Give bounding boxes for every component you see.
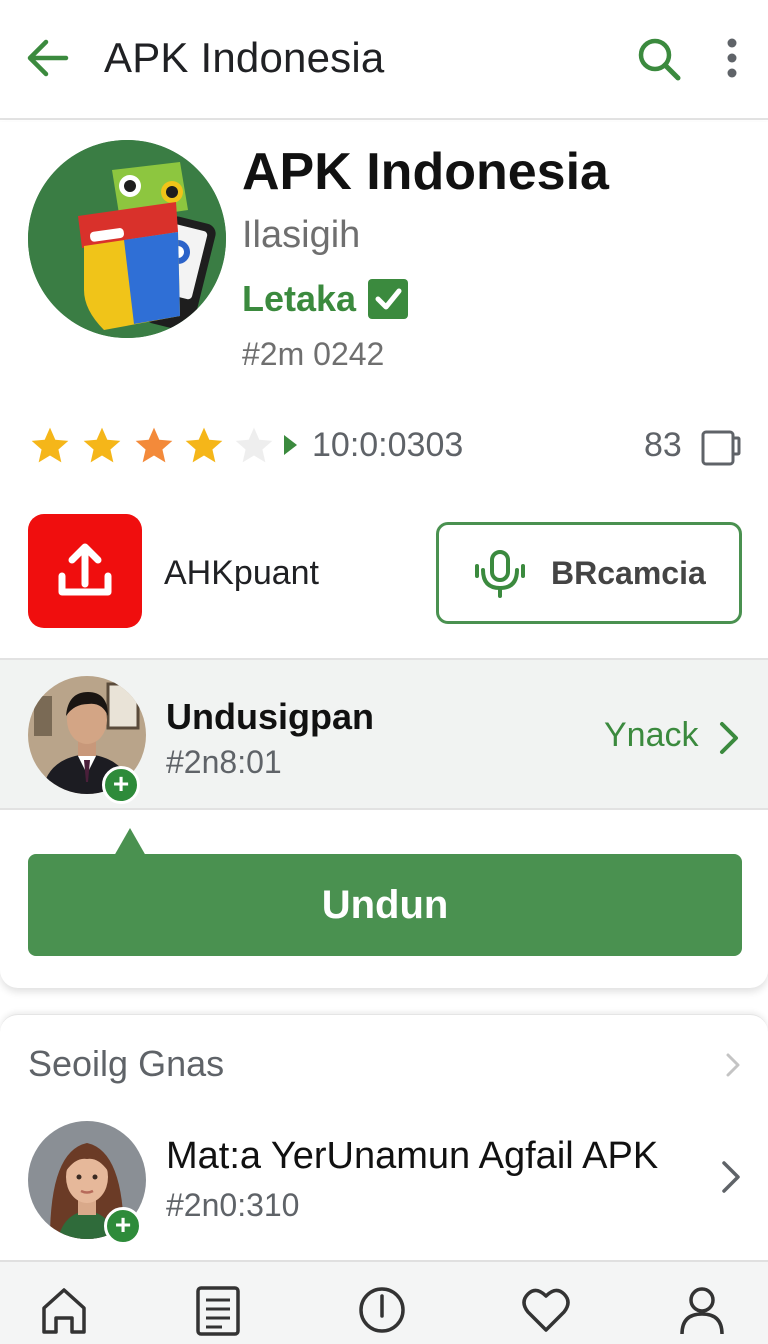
author-row[interactable]: + Undusigpan #2n8:01 Ynack: [0, 658, 768, 810]
page-title: APK Indonesia: [104, 34, 385, 81]
star-empty-icon: [235, 427, 273, 463]
home-icon[interactable]: [36, 1282, 92, 1338]
app-id: #2m 0242: [242, 336, 385, 372]
chevron-right-icon[interactable]: [716, 718, 742, 758]
follow-plus-icon[interactable]: +: [104, 1207, 142, 1245]
app-detail-card: APK Indonesia Ilasigih Letaka #2m 0242 1…: [0, 122, 768, 988]
app-developer[interactable]: Ilasigih: [242, 214, 360, 257]
search-icon[interactable]: [632, 32, 686, 86]
star-icon: [83, 427, 121, 463]
secondary-action-label: BRcamcia: [551, 554, 706, 591]
app-logo-graphic: [28, 140, 226, 338]
upload-share-icon: [58, 543, 112, 596]
play-arrow-icon: [284, 435, 297, 455]
mic-icon: [475, 550, 525, 598]
heart-icon[interactable]: [518, 1282, 574, 1338]
star-icon: [185, 427, 223, 463]
back-arrow-icon[interactable]: [22, 32, 74, 84]
follow-plus-icon[interactable]: +: [102, 766, 140, 804]
list-item-title[interactable]: Mat:a YerUnamun Agfail APK: [166, 1135, 658, 1178]
rating-row: 10:0:0303 83: [28, 422, 744, 472]
star-icon: [135, 427, 173, 463]
similar-apps-section: Seoilg Gnas + Mat:a YerUnamun Agfail APK…: [0, 1014, 768, 1264]
author-name[interactable]: Undusigpan: [166, 696, 374, 738]
app-name: APK Indonesia: [242, 143, 609, 201]
star-icon: [31, 427, 69, 463]
list-item-id: #2n0:310: [166, 1187, 300, 1223]
info-icon[interactable]: [354, 1282, 410, 1338]
secondary-action-button[interactable]: BRcamcia: [436, 522, 742, 624]
tooltip-pointer: [114, 828, 146, 856]
chevron-right-icon[interactable]: [724, 1051, 742, 1079]
chevron-right-icon[interactable]: [718, 1157, 744, 1197]
share-label[interactable]: AHKpuant: [164, 554, 319, 593]
profile-icon[interactable]: [674, 1282, 730, 1338]
rating-count: 10:0:0303: [312, 426, 464, 464]
downloads-count: 83: [644, 426, 682, 464]
author-link[interactable]: Ynack: [604, 716, 699, 755]
author-id: #2n8:01: [166, 744, 282, 780]
share-button[interactable]: [28, 514, 142, 628]
verified-check-icon: [368, 279, 409, 319]
top-app-bar: APK Indonesia: [0, 0, 768, 120]
download-button[interactable]: Undun: [28, 854, 742, 956]
device-icon: [701, 430, 741, 466]
list-icon[interactable]: [190, 1282, 246, 1338]
section-title[interactable]: Seoilg Gnas: [28, 1043, 224, 1085]
app-logo: [28, 140, 226, 338]
more-vert-icon[interactable]: [712, 34, 752, 84]
app-tag-label: Letaka: [242, 278, 357, 319]
app-tag: Letaka: [242, 278, 409, 320]
bottom-navigation: [0, 1260, 768, 1344]
